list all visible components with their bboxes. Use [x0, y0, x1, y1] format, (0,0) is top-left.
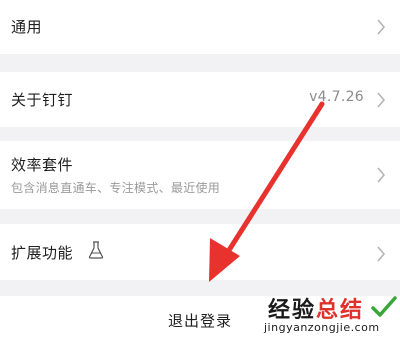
chevron-right-icon: [376, 167, 386, 183]
about-label: 关于钉钉: [11, 91, 74, 109]
watermark-url: jingyanzongjie.com: [264, 321, 380, 334]
settings-row-extensions[interactable]: 扩展功能: [0, 224, 400, 280]
extensions-label: 扩展功能: [11, 244, 74, 262]
chevron-right-icon: [376, 92, 386, 108]
settings-row-efficiency[interactable]: 效率套件 包含消息直通车、专注模式、最近使用: [0, 141, 400, 209]
settings-row-about[interactable]: 关于钉钉 v4.7.26: [0, 72, 400, 127]
chevron-right-icon: [376, 246, 386, 262]
chevron-right-icon: [376, 19, 386, 35]
checkmark-icon: [371, 296, 397, 318]
efficiency-subtitle: 包含消息直通车、专注模式、最近使用: [11, 181, 221, 195]
settings-row-general[interactable]: 通用: [0, 0, 400, 54]
general-label: 通用: [11, 18, 43, 36]
flask-icon: [88, 241, 104, 259]
efficiency-label: 效率套件: [11, 156, 74, 174]
watermark-title: 经验总结: [268, 298, 365, 323]
version-text: v4.7.26: [309, 89, 364, 105]
